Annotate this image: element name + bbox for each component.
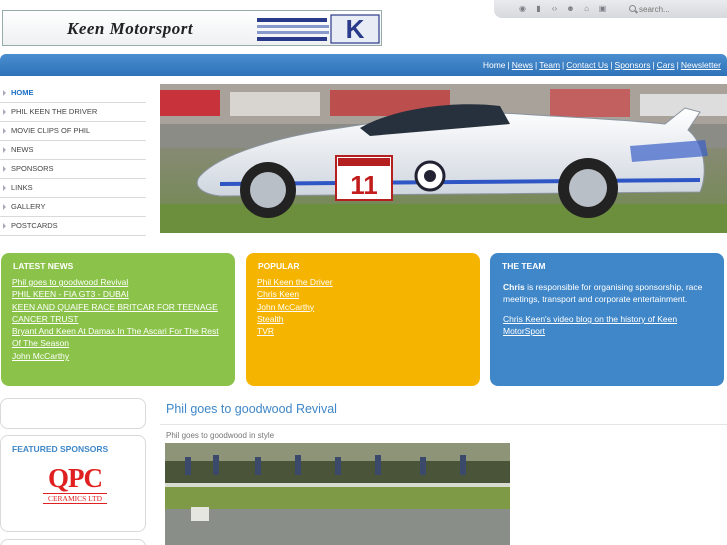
logo-k-graphic: K xyxy=(257,14,380,44)
home-icon[interactable]: ⌂ xyxy=(582,5,591,13)
list-item: John McCarthy xyxy=(12,350,222,362)
nav-sponsors[interactable]: Sponsors xyxy=(615,60,651,70)
news-link[interactable]: John McCarthy xyxy=(12,351,69,361)
list-item: TVR xyxy=(257,325,467,337)
news-link[interactable]: PHIL KEEN - FIA GT3 - DUBAI xyxy=(12,289,129,299)
news-link[interactable]: Phil goes to goodwood Revival xyxy=(12,277,128,287)
list-item: Phil Keen the Driver xyxy=(257,276,467,288)
hero-image: 11 xyxy=(160,84,727,233)
article-title[interactable]: Phil goes to goodwood Revival xyxy=(166,402,337,416)
popular-title: POPULAR xyxy=(258,261,300,271)
logo-text: Keen Motorsport xyxy=(67,19,194,38)
nav-home[interactable]: Home xyxy=(483,60,506,70)
list-item: Chris Keen xyxy=(257,288,467,300)
team-description: Chris is responsible for organising spon… xyxy=(503,281,715,305)
list-item: PHIL KEEN - FIA GT3 - DUBAI xyxy=(12,288,222,300)
featured-sponsors-title: FEATURED SPONSORS xyxy=(12,444,109,454)
latest-news-box: LATEST NEWS Phil goes to goodwood Reviva… xyxy=(1,253,235,386)
site-logo[interactable]: Keen Motorsport K xyxy=(2,10,382,46)
popular-link[interactable]: Phil Keen the Driver xyxy=(257,277,333,287)
sidebar-item-home[interactable]: HOME xyxy=(0,84,146,103)
race-car-photo: 11 xyxy=(160,84,727,233)
latest-news-list: Phil goes to goodwood Revival PHIL KEEN … xyxy=(12,276,222,362)
latest-news-title: LATEST NEWS xyxy=(13,261,74,271)
list-item: Bryant And Keen At Damax In The Ascari F… xyxy=(12,325,222,350)
popular-link[interactable]: TVR xyxy=(257,326,274,336)
utility-bar: ◉ ▮ ‹› ☻ ⌂ ▣ xyxy=(494,0,727,18)
sidebar-item-news[interactable]: NEWS xyxy=(0,141,146,160)
list-item: Stealth xyxy=(257,313,467,325)
list-item: Phil goes to goodwood Revival xyxy=(12,276,222,288)
article-caption: Phil goes to goodwood in style xyxy=(166,431,275,440)
popular-box: POPULAR Phil Keen the Driver Chris Keen … xyxy=(246,253,480,386)
qpc-ceramics-logo[interactable]: QPC CERAMICS LTD xyxy=(43,464,107,514)
utility-icons: ◉ ▮ ‹› ☻ ⌂ ▣ xyxy=(518,4,607,14)
team-name: Chris xyxy=(503,282,525,292)
team-title: THE TEAM xyxy=(502,261,546,271)
article-photo xyxy=(165,443,510,545)
sidebar-menu: HOME PHIL KEEN THE DRIVER MOVIE CLIPS OF… xyxy=(0,84,146,236)
popular-list: Phil Keen the Driver Chris Keen John McC… xyxy=(257,276,467,337)
news-link[interactable]: Bryant And Keen At Damax In The Ascari F… xyxy=(12,326,219,348)
sidebar-item-postcards[interactable]: POSTCARDS xyxy=(0,217,146,236)
nav-links: Home | News | Team | Contact Us | Sponsors | Cars |… xyxy=(482,60,721,70)
popular-link[interactable]: Stealth xyxy=(257,314,283,324)
rss-icon[interactable]: ◉ xyxy=(518,5,527,13)
logo-letter: K xyxy=(346,14,365,44)
nav-cars[interactable]: Cars xyxy=(657,60,675,70)
sidebar-next-box xyxy=(0,539,146,545)
popular-link[interactable]: John McCarthy xyxy=(257,302,314,312)
search-input[interactable] xyxy=(626,3,722,15)
sidebar-item-movie-clips[interactable]: MOVIE CLIPS OF PHIL xyxy=(0,122,146,141)
user-icon[interactable]: ☻ xyxy=(566,5,575,13)
nav-contact-us[interactable]: Contact Us xyxy=(566,60,608,70)
main-nav: Home | News | Team | Contact Us | Sponsors | Cars |… xyxy=(0,54,727,76)
the-team-box: THE TEAM Chris is responsible for organi… xyxy=(490,253,724,386)
toolbar-icon[interactable]: ▮ xyxy=(534,5,543,13)
team-text: is responsible for organising sponsorshi… xyxy=(503,282,703,304)
qpc-logo-main: QPC xyxy=(48,463,103,493)
list-item: KEEN AND QUAIFE RACE BRITCAR FOR TEENAGE… xyxy=(12,301,222,326)
print-icon[interactable]: ▣ xyxy=(598,5,607,13)
sidebar-item-sponsors[interactable]: SPONSORS xyxy=(0,160,146,179)
sidebar-item-links[interactable]: LINKS xyxy=(0,179,146,198)
divider xyxy=(160,424,727,425)
list-item: John McCarthy xyxy=(257,301,467,313)
goodwood-photo xyxy=(165,443,510,545)
news-link[interactable]: KEEN AND QUAIFE RACE BRITCAR FOR TEENAGE… xyxy=(12,302,218,324)
sidebar-empty-box xyxy=(0,398,146,429)
featured-sponsors-box: FEATURED SPONSORS QPC CERAMICS LTD xyxy=(0,435,146,532)
popular-link[interactable]: Chris Keen xyxy=(257,289,299,299)
car-number: 11 xyxy=(350,170,378,200)
qpc-logo-sub: CERAMICS LTD xyxy=(43,493,107,504)
sidebar-item-gallery[interactable]: GALLERY xyxy=(0,198,146,217)
code-icon[interactable]: ‹› xyxy=(550,5,559,13)
video-blog-link[interactable]: Chris Keen's video blog on the history o… xyxy=(503,313,703,337)
sidebar-item-phil-keen-the-driver[interactable]: PHIL KEEN THE DRIVER xyxy=(0,103,146,122)
nav-news[interactable]: News xyxy=(512,60,533,70)
nav-team[interactable]: Team xyxy=(539,60,560,70)
nav-newsletter[interactable]: Newsletter xyxy=(681,60,721,70)
